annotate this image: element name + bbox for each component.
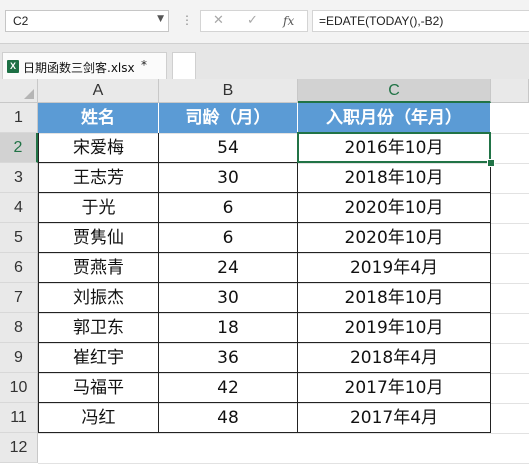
table-cell[interactable]: 贾燕青 [38,253,159,283]
gridline [38,463,529,464]
table-cell[interactable]: 崔红宇 [38,343,159,373]
column-header-a[interactable]: A [38,79,159,103]
cancel-icon[interactable]: ✕ [213,13,224,28]
table-cell[interactable]: 郭卫东 [38,313,159,343]
select-all-triangle-icon [24,89,34,99]
table-cell[interactable]: 2018年10月 [298,163,491,193]
excel-file-icon: X [7,60,19,73]
chevron-down-icon[interactable]: ▼ [157,14,164,24]
table-cell[interactable]: 马福平 [38,373,159,403]
workbook-tab-label: 日期函数三剑客.xlsx [23,61,135,75]
row-header-1[interactable]: 1 [0,103,38,133]
more-options-icon[interactable]: ⋮ [181,12,193,28]
table-cell[interactable]: 刘振杰 [38,283,159,313]
enter-check-icon[interactable]: ✓ [247,13,258,28]
table-cell[interactable]: 6 [159,193,298,223]
table-cell[interactable]: 2020年10月 [298,223,491,253]
formula-bar-buttons: ✕ ✓ fx [200,10,308,32]
table-cell[interactable]: 于光 [38,193,159,223]
table-cell[interactable]: 6 [159,223,298,253]
row-header-5[interactable]: 5 [0,223,38,253]
fill-handle[interactable] [487,159,495,167]
workbook-tab[interactable]: X 日期函数三剑客.xlsx * [2,52,167,80]
row-header-3[interactable]: 3 [0,163,38,193]
spreadsheet-grid: A B C 1 2 3 4 5 6 7 8 9 10 11 12 姓名 司龄（月） 入职月份（年月） 宋爱梅 54 20… [0,79,529,465]
name-box[interactable]: C2 ▼ [5,10,169,32]
table-header-cell[interactable]: 入职月份（年月） [298,103,491,133]
table-cell[interactable]: 2019年10月 [298,313,491,343]
row-header-12[interactable]: 12 [0,433,38,463]
table-cell[interactable]: 宋爱梅 [38,133,159,163]
table-cell[interactable]: 冯红 [38,403,159,433]
table-cell[interactable]: 30 [159,283,298,313]
new-tab-button[interactable] [172,52,196,80]
fx-icon[interactable]: fx [283,14,294,28]
row-header-8[interactable]: 8 [0,313,38,343]
table-header-cell[interactable]: 姓名 [38,103,159,133]
name-box-value: C2 [13,14,29,28]
table-cell[interactable]: 2020年10月 [298,193,491,223]
table-cell[interactable]: 2018年4月 [298,343,491,373]
table-cell[interactable]: 30 [159,163,298,193]
row-header-11[interactable]: 11 [0,403,38,433]
unsaved-mark: * [141,58,147,72]
table-cell[interactable]: 2017年10月 [298,373,491,403]
table-cell[interactable]: 24 [159,253,298,283]
table-cell[interactable]: 42 [159,373,298,403]
row-header-2[interactable]: 2 [0,133,38,163]
row-header-7[interactable]: 7 [0,283,38,313]
row-header-4[interactable]: 4 [0,193,38,223]
table-cell[interactable]: 2019年4月 [298,253,491,283]
table-cell[interactable]: 18 [159,313,298,343]
table-cell[interactable]: 2017年4月 [298,403,491,433]
column-header-d[interactable] [491,79,529,103]
table-cell[interactable]: 54 [159,133,298,163]
column-header-c[interactable]: C [298,79,491,103]
table-cell[interactable]: 48 [159,403,298,433]
table-cell[interactable]: 2018年10月 [298,283,491,313]
table-header-cell[interactable]: 司龄（月） [159,103,298,133]
gridline [38,433,529,434]
table-cell[interactable]: 36 [159,343,298,373]
table-cell[interactable]: 2016年10月 [298,133,491,163]
formula-bar: C2 ▼ ⋮ ✕ ✓ fx =EDATE(TODAY(),-B2) [0,0,529,43]
table-cell[interactable]: 贾隽仙 [38,223,159,253]
formula-text: =EDATE(TODAY(),-B2) [319,14,444,28]
row-header-10[interactable]: 10 [0,373,38,403]
select-all-button[interactable] [0,79,38,103]
row-header-6[interactable]: 6 [0,253,38,283]
row-header-9[interactable]: 9 [0,343,38,373]
formula-input[interactable]: =EDATE(TODAY(),-B2) [312,10,529,32]
workbook-tab-strip: X 日期函数三剑客.xlsx * [0,43,529,80]
column-header-b[interactable]: B [159,79,298,103]
table-cell[interactable]: 王志芳 [38,163,159,193]
